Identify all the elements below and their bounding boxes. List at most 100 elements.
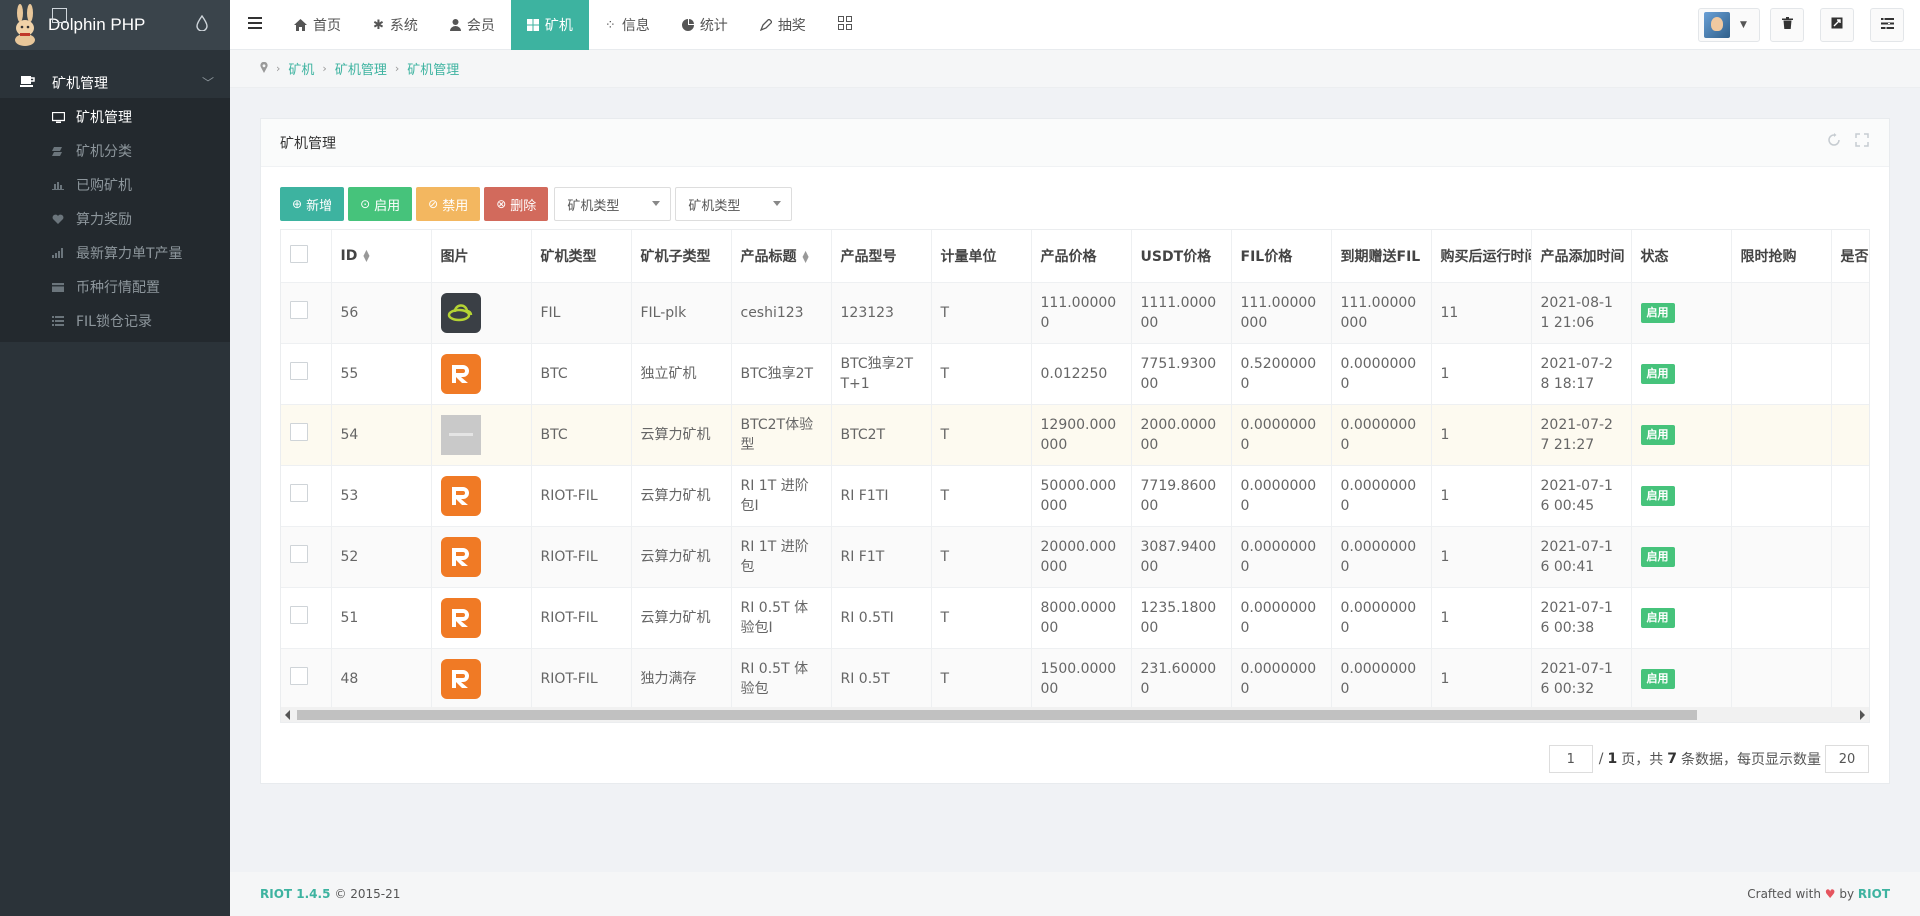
status-badge[interactable]: 启用 xyxy=(1640,425,1675,445)
riot-logo-thumbnail-icon[interactable] xyxy=(440,597,481,638)
status-badge[interactable]: 启用 xyxy=(1640,608,1675,628)
disable-button[interactable]: ⊘ 禁用 xyxy=(416,187,481,221)
sidebar-item-fil-lock[interactable]: FIL锁仓记录 xyxy=(0,304,230,338)
cell-type: RIOT-FIL xyxy=(531,526,632,588)
table-row[interactable]: 52 RIOT-FIL 云算力矿机 RI 1T 进阶包 RI F1T T 20000.000… xyxy=(281,526,1869,588)
scroll-right-icon[interactable] xyxy=(1860,710,1865,720)
sidebar-item-coin-config[interactable]: 币种行情配置 xyxy=(0,270,230,304)
nav-miner[interactable]: 矿机 xyxy=(510,0,589,50)
status-badge[interactable]: 启用 xyxy=(1640,547,1675,567)
cell-runtime: 1 xyxy=(1431,526,1532,588)
footer-brand[interactable]: RIOT xyxy=(1858,887,1890,901)
sidebar-item-miner-category[interactable]: 矿机分类 xyxy=(0,134,230,168)
table-container[interactable]: ID ▲ ▼ 图片 矿机类型 矿机子类型 产品标题 ▲ ▼ 产品型号 计量单位 产品价格… xyxy=(280,229,1870,723)
expand-icon xyxy=(1831,17,1843,33)
filecoin-thumbnail-icon[interactable] xyxy=(440,292,481,333)
user-menu-button[interactable]: ▼ xyxy=(1698,8,1760,42)
table-row[interactable]: 51 RIOT-FIL 云算力矿机 RI 0.5T 体验包I RI 0.5TI T 8000… xyxy=(281,587,1869,649)
pagination: 1 / 1 页，共 7 条数据，每页显示数量 20 xyxy=(1548,745,1869,773)
fullscreen-button[interactable] xyxy=(1820,8,1854,42)
breadcrumb-item[interactable]: 矿机 xyxy=(288,59,314,78)
table-row[interactable]: 54 BTC 云算力矿机 BTC2T体验型 BTC2T T 12900.000000 2000… xyxy=(281,404,1869,466)
row-checkbox[interactable] xyxy=(290,544,308,563)
sidebar-item-latest-output[interactable]: 最新算力单T产量 xyxy=(0,236,230,270)
monitor-icon xyxy=(50,111,66,123)
sidebar-item-label: FIL锁仓记录 xyxy=(76,314,152,330)
table-row[interactable]: 55 BTC 独立矿机 BTC独享2T BTC独享2T T+1 T 0.012250 7751… xyxy=(281,343,1869,405)
cell-id: 48 xyxy=(331,648,432,710)
panel-header: 矿机管理 xyxy=(261,119,1889,167)
miner-type-select[interactable]: 矿机类型 xyxy=(554,187,672,221)
nav-home[interactable]: 首页 xyxy=(278,0,357,50)
status-badge[interactable]: 启用 xyxy=(1640,303,1675,323)
sort-icon[interactable]: ▲ ▼ xyxy=(363,248,369,262)
logo-bar[interactable]: Dolphin PHP xyxy=(0,0,230,50)
nav-apps-button[interactable] xyxy=(822,0,868,50)
image-cell xyxy=(431,465,532,527)
status-badge[interactable]: 启用 xyxy=(1640,486,1675,506)
scroll-left-icon[interactable] xyxy=(285,710,290,720)
cell-type: FIL xyxy=(531,282,632,344)
sidebar-item-reward[interactable]: 算力奖励 xyxy=(0,202,230,236)
horizontal-scrollbar[interactable] xyxy=(280,707,1870,723)
status-badge[interactable]: 启用 xyxy=(1640,364,1675,384)
enable-button[interactable]: ⊙ 启用 xyxy=(348,187,413,221)
cell-type: BTC xyxy=(531,343,632,405)
delete-button[interactable]: ⊗ 删除 xyxy=(484,187,549,221)
row-checkbox[interactable] xyxy=(290,361,308,380)
riot-logo-thumbnail-icon[interactable] xyxy=(440,475,481,516)
sort-icon[interactable]: ▲ ▼ xyxy=(803,249,809,263)
row-checkbox[interactable] xyxy=(290,300,308,319)
select-all-checkbox[interactable] xyxy=(290,244,308,263)
breadcrumb-separator: › xyxy=(394,62,400,75)
menu-toggle-button[interactable] xyxy=(230,0,278,50)
nav-stats[interactable]: 统计 xyxy=(666,0,744,50)
delete-button-label: 删除 xyxy=(510,198,537,214)
row-checkbox[interactable] xyxy=(290,422,308,441)
table-row[interactable]: 56 FIL FIL-plk ceshi123 123123 T 111.000000 111… xyxy=(281,282,1869,344)
page-input[interactable]: 1 xyxy=(1548,745,1593,773)
nav-lottery[interactable]: 抽奖 xyxy=(744,0,822,50)
status-badge[interactable]: 启用 xyxy=(1640,669,1675,689)
menu-group-miner: 矿机管理 ﹀ 矿机管理 矿机分类 已购矿机 算力奖励 最新算力单T产量 币种行情… xyxy=(0,68,230,342)
row-checkbox[interactable] xyxy=(290,483,308,502)
cell-fil: 0.00000000 xyxy=(1231,526,1332,588)
flash-sale-cell xyxy=(1731,404,1832,466)
cell-type: RIOT-FIL xyxy=(531,648,632,710)
riot-logo-thumbnail-icon[interactable] xyxy=(440,658,481,699)
sidebar-item-purchased[interactable]: 已购矿机 xyxy=(0,168,230,202)
side-panel-button[interactable] xyxy=(1870,8,1904,42)
fullscreen-panel-icon[interactable] xyxy=(1855,133,1869,151)
heart-icon: ♥ xyxy=(1824,887,1836,901)
refresh-icon[interactable] xyxy=(1827,133,1841,151)
table-row[interactable]: 53 RIOT-FIL 云算力矿机 RI 1T 进阶包I RI F1TI T 50000.0… xyxy=(281,465,1869,527)
column-header[interactable]: 产品标题 ▲ ▼ xyxy=(731,230,832,283)
miner-subtype-select[interactable]: 矿机类型 xyxy=(675,187,793,221)
cell-model: BTC2T xyxy=(831,404,932,466)
sidebar-item-miner-manage[interactable]: 矿机管理 xyxy=(0,100,230,134)
cell-id: 52 xyxy=(331,526,432,588)
nav-member[interactable]: 会员 xyxy=(434,0,511,50)
add-button[interactable]: ⊕ 新增 xyxy=(280,187,345,221)
menu-head-miner[interactable]: 矿机管理 ﹀ xyxy=(0,68,230,98)
cell-fil: 111.00000000 xyxy=(1231,282,1332,344)
breadcrumb-item[interactable]: 矿机管理 xyxy=(335,59,387,78)
nav-info[interactable]: ⁘ 信息 xyxy=(589,0,666,50)
placeholder-thumbnail-icon[interactable] xyxy=(440,414,481,455)
cell-usdt: 1235.180000 xyxy=(1131,587,1232,649)
row-checkbox[interactable] xyxy=(290,605,308,624)
table-row[interactable]: 48 RIOT-FIL 独力满存 RI 0.5T 体验包 RI 0.5T T 1500.00… xyxy=(281,648,1869,710)
theme-drop-icon[interactable] xyxy=(196,14,208,35)
per-page-input[interactable]: 20 xyxy=(1825,745,1869,773)
footer-version[interactable]: RIOT 1.4.5 xyxy=(260,887,330,901)
scrollbar-thumb[interactable] xyxy=(297,710,1697,720)
nav-system[interactable]: ✱ 系统 xyxy=(357,0,434,50)
row-checkbox[interactable] xyxy=(290,666,308,685)
clear-cache-button[interactable] xyxy=(1770,8,1804,42)
cell-usdt: 2000.000000 xyxy=(1131,404,1232,466)
column-header[interactable]: ID ▲ ▼ xyxy=(331,230,432,283)
cell-bonus: 0.00000000 xyxy=(1331,343,1432,405)
riot-logo-thumbnail-icon[interactable] xyxy=(440,536,481,577)
breadcrumb-item-current[interactable]: 矿机管理 xyxy=(407,59,459,78)
riot-logo-thumbnail-icon[interactable] xyxy=(440,353,481,394)
